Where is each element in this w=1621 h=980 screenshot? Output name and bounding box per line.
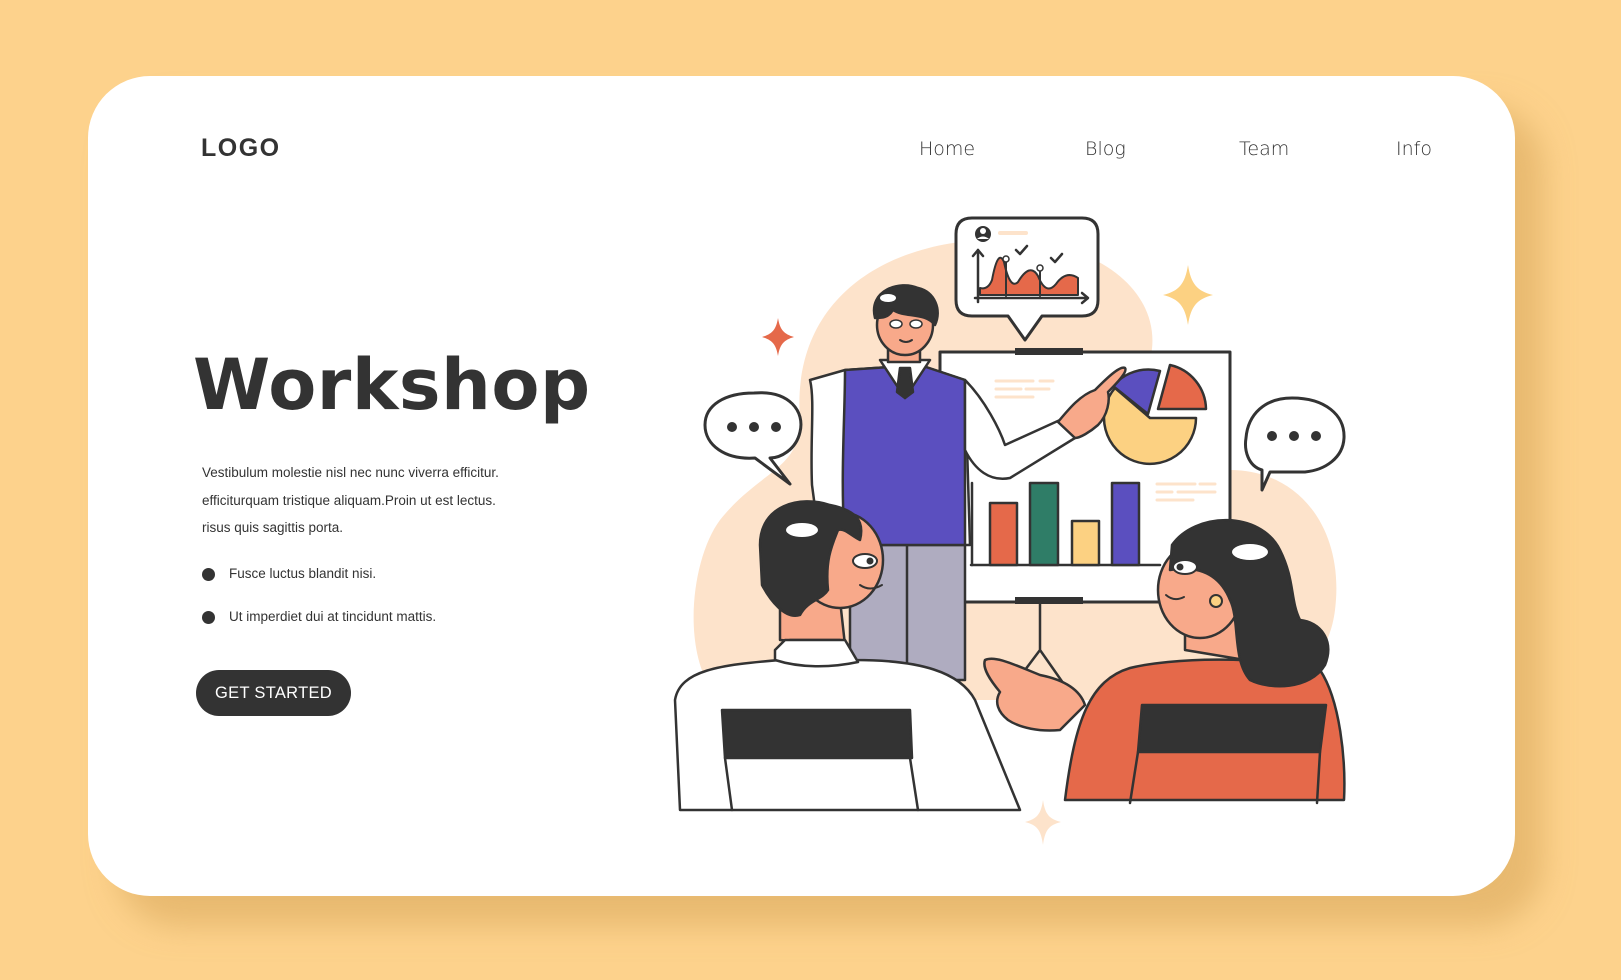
list-item-text: Ut imperdiet dui at tincidunt mattis.	[229, 609, 437, 624]
bullet-dot-icon	[202, 568, 215, 581]
bullet-dot-icon	[202, 611, 215, 624]
list-item-text: Fusce luctus blandit nisi.	[229, 566, 377, 581]
get-started-button[interactable]: GET STARTED	[196, 670, 351, 716]
top-navigation: Home Blog Team Info	[0, 138, 1621, 168]
list-item: Ut imperdiet dui at tincidunt mattis.	[202, 607, 436, 650]
description-line: efficiturquam tristique aliquam.Proin ut…	[202, 492, 496, 508]
feature-list: Fusce luctus blandit nisi. Ut imperdiet …	[202, 564, 436, 650]
description-line: Vestibulum molestie nisl nec nunc viverr…	[202, 465, 499, 480]
list-item: Fusce luctus blandit nisi.	[202, 564, 436, 607]
nav-info[interactable]: Info	[1396, 138, 1432, 160]
nav-blog[interactable]: Blog	[1085, 138, 1126, 160]
page-title: Workshop	[193, 344, 591, 426]
description-line: risus quis sagittis porta.	[202, 520, 344, 535]
hero-description: Vestibulum molestie nisl nec nunc viverr…	[202, 459, 542, 542]
nav-team[interactable]: Team	[1239, 138, 1289, 160]
nav-home[interactable]: Home	[919, 138, 975, 160]
